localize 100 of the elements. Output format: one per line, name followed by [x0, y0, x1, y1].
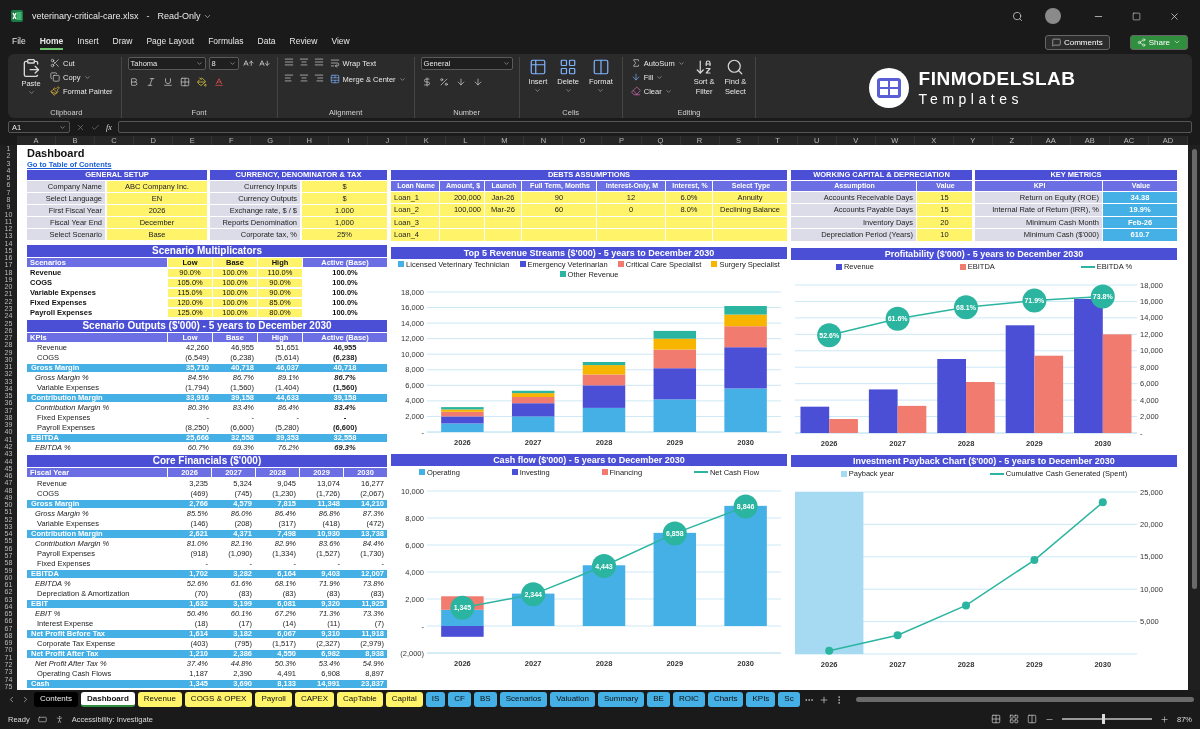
sheet-tab[interactable]: Charts [707, 692, 744, 707]
scrollbar-thumb[interactable] [1191, 149, 1197, 589]
sheet-tab[interactable]: Contents [34, 692, 79, 707]
menu-tab[interactable]: Formulas [208, 34, 244, 50]
bold-icon [128, 77, 139, 87]
window-title: veterinary-critical-care.xlsx [32, 11, 139, 21]
percent-button[interactable] [437, 76, 450, 88]
sheet-tab[interactable]: BS [473, 692, 497, 707]
chart-bar [582, 564, 626, 626]
sheet-tab[interactable]: Scenarios [499, 692, 548, 707]
page-layout-icon [1009, 714, 1019, 724]
sheet-tab[interactable]: Summary [598, 692, 645, 707]
insert-function-label[interactable]: fx [106, 122, 112, 132]
paint-bucket-icon [196, 77, 207, 87]
sheet-title: Dashboard [27, 146, 86, 160]
chevron-down-icon [59, 123, 66, 131]
plus-icon [818, 694, 829, 705]
comment-icon [1051, 37, 1061, 47]
read-only-dropdown[interactable]: Read-Only [157, 11, 212, 21]
chart-bar [441, 423, 484, 432]
arrow-down-icon [630, 72, 641, 82]
user-avatar[interactable] [1045, 8, 1061, 24]
menu-tab[interactable]: Data [257, 34, 276, 50]
sheet-tab[interactable]: Dashboard [81, 692, 135, 707]
paintbrush-icon [50, 86, 60, 96]
eraser-icon [630, 86, 641, 96]
data-point [1090, 284, 1115, 309]
dollar-icon [421, 77, 432, 87]
sheet-tab[interactable]: CapTable [337, 692, 383, 707]
chevron-down-icon [502, 60, 510, 67]
sheet-tab[interactable]: CAPEX [294, 692, 334, 707]
copy-icon [50, 72, 60, 82]
sheet-tab[interactable]: Valuation [550, 692, 595, 707]
chart-bar [511, 416, 555, 432]
italic-button[interactable] [144, 76, 157, 88]
table-icon [559, 58, 578, 76]
chart-bar [653, 398, 697, 432]
data-point [521, 581, 546, 606]
sheet-tab[interactable]: Payroll [255, 692, 292, 707]
chevron-down-icon [534, 87, 542, 94]
chart-title: Investment Payback Chart ($'000) - 5 years to December 2030 [791, 455, 1177, 467]
chart-bar [582, 407, 626, 432]
accessibility-icon [54, 714, 64, 724]
align-right-icon [313, 73, 324, 83]
chevron-down-icon [1173, 38, 1181, 46]
zoom-thumb[interactable] [1102, 714, 1106, 724]
sheet-tab[interactable]: CF [448, 692, 471, 707]
menu-tab[interactable]: Page Layout [146, 34, 195, 50]
arrow-icon [455, 77, 466, 87]
sheet-tab[interactable]: Capital [385, 692, 423, 707]
data-point [1022, 288, 1047, 313]
section-title: Core Financials ($'000) [27, 455, 387, 467]
borders-icon [179, 77, 190, 87]
chevron-down-icon [677, 59, 685, 67]
logo-tagline: Templates [918, 90, 1024, 107]
sheet-tab[interactable]: Revenue [137, 692, 182, 707]
menu-tab[interactable]: File [12, 34, 26, 50]
grid-logo-icon [876, 77, 901, 98]
share-button[interactable]: Share [1129, 34, 1188, 50]
underline-button[interactable] [161, 76, 174, 88]
share-icon [1136, 37, 1146, 47]
data-point [733, 494, 758, 519]
formula-input[interactable] [117, 121, 1192, 133]
menu-tab[interactable]: View [331, 34, 350, 50]
menu-tab[interactable]: Insert [77, 34, 99, 50]
sheet-tab[interactable]: BE [647, 692, 670, 707]
zoom-in-icon [1160, 714, 1169, 724]
data-point [662, 521, 687, 545]
data-point [962, 601, 970, 610]
sheet-tab[interactable]: KPIs [746, 692, 776, 707]
title-separator: - [146, 11, 150, 21]
font-color-button[interactable] [212, 76, 225, 88]
data-point [885, 306, 910, 331]
search-icon [726, 58, 745, 76]
menu-tab[interactable]: Home [39, 34, 64, 50]
comments-button[interactable]: Comments [1044, 34, 1110, 50]
merge-cells-icon [329, 74, 340, 84]
sheet-tab[interactable]: IS [425, 692, 446, 707]
check-icon [91, 122, 100, 132]
align-left-icon [283, 73, 294, 83]
table-icon [528, 58, 547, 76]
close-icon [1169, 10, 1180, 22]
sheet-tab[interactable]: Sc [778, 692, 800, 707]
chart-bar [653, 330, 697, 339]
data-point [1030, 556, 1039, 565]
sheet-tab[interactable]: ROIC [672, 692, 705, 707]
chevron-down-icon [195, 60, 203, 67]
grow-font-icon [242, 58, 254, 69]
menu-tab[interactable]: Draw [112, 34, 133, 50]
data-point [450, 595, 475, 620]
italic-icon [145, 77, 156, 87]
sheet-tab[interactable]: COGS & OPEX [184, 692, 253, 707]
data-point [592, 553, 616, 578]
menu-tab[interactable]: Review [289, 34, 318, 50]
borders-button[interactable] [178, 76, 191, 88]
wrap-text-icon [329, 58, 340, 68]
underline-icon [162, 77, 173, 87]
scrollbar-thumb[interactable] [855, 697, 1194, 702]
fill-color-button[interactable] [195, 76, 208, 88]
chart-bar [724, 305, 767, 315]
